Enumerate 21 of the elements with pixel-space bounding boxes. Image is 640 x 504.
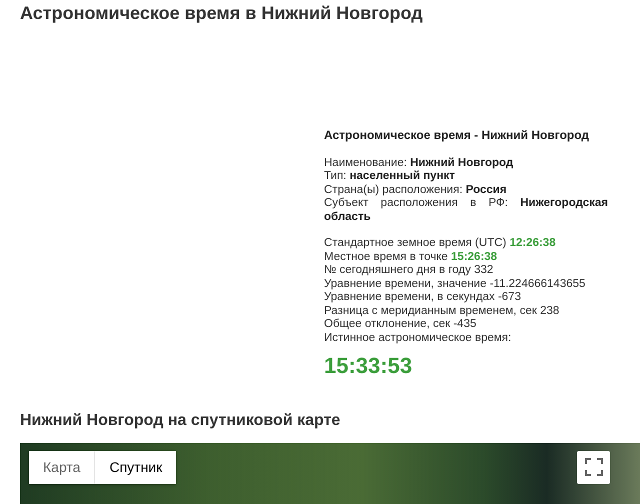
reading-line: № сегодняшнего дня в году 332 bbox=[324, 264, 494, 278]
true-time: 15:33:53 bbox=[324, 359, 412, 372]
map-type-tab[interactable]: Карта bbox=[29, 450, 94, 484]
satellite-map[interactable]: Карта Спутник bbox=[20, 442, 640, 504]
detail-line: Страна(ы) расположения: Россия bbox=[324, 184, 508, 197]
fullscreen-button[interactable] bbox=[577, 450, 610, 484]
panel-heading: Астрономическое время - Нижний Новгород bbox=[324, 129, 590, 142]
reading-line: Стандартное земное время (UTC) 12:26:38 bbox=[324, 237, 557, 250]
page-title: Астрономическое время в Нижний Новгород bbox=[19, 2, 424, 25]
map-type-tab[interactable]: Спутник bbox=[94, 450, 176, 484]
reading-line: Уравнение времени, значение -11.224666143655 bbox=[324, 278, 586, 291]
fullscreen-icon bbox=[584, 458, 602, 476]
reading-line: Разница с меридианным временем, сек 238 bbox=[324, 304, 560, 318]
reading-line: Местное время в точке 15:26:38 bbox=[324, 250, 498, 264]
section-heading: Нижний Новгород на спутниковой карте bbox=[20, 412, 342, 430]
reading-line: Уравнение времени, в секундах -673 bbox=[324, 291, 522, 304]
detail-line: Тип: населенный пункт bbox=[324, 170, 456, 184]
detail-line: Субъект расположения в РФ: Нижегородская область bbox=[324, 197, 608, 224]
reading-line: Истинное астрономическое время: bbox=[324, 332, 512, 345]
reading-line: Общее отклонение, сек -435 bbox=[324, 318, 478, 332]
detail-line: Наименование: Нижний Новгород bbox=[324, 156, 514, 170]
